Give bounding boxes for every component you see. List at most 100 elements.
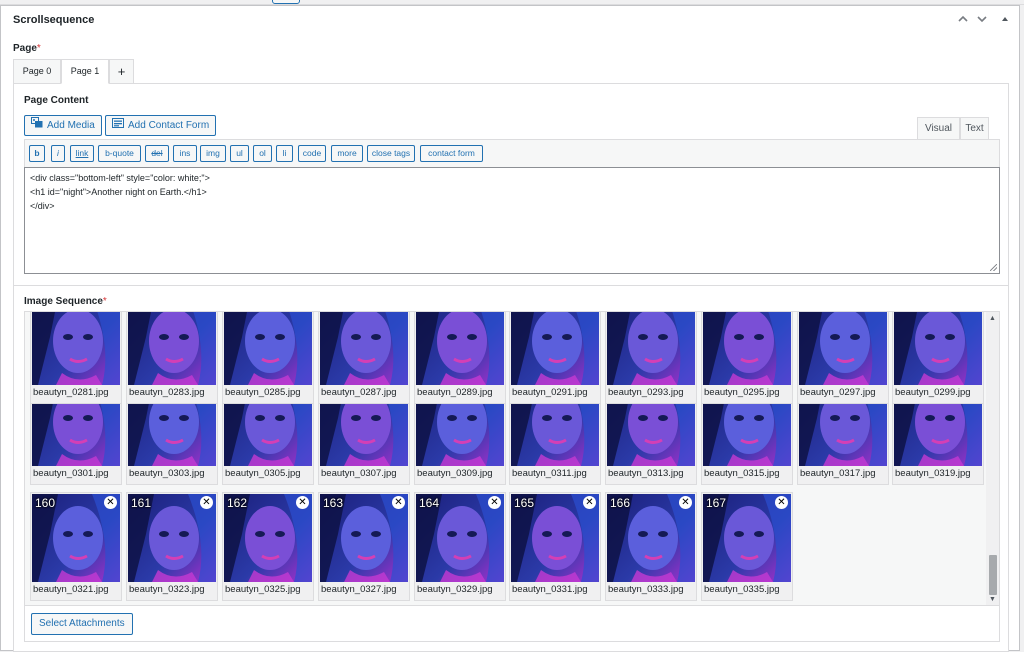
qt-more-button[interactable]: more	[331, 145, 363, 162]
form-icon	[112, 116, 124, 135]
close-icon[interactable]: ✕	[679, 496, 692, 509]
thumbnail-filename: beautyn_0281.jpg	[33, 387, 109, 398]
thumbnail-index: 161	[131, 496, 152, 510]
thumbnail-filename: beautyn_0303.jpg	[129, 468, 205, 479]
qt-ol-button[interactable]: ol	[253, 145, 272, 162]
caret-up-icon[interactable]	[996, 12, 1014, 30]
sequence-thumbnail[interactable]: beautyn_0289.jpg	[414, 312, 506, 404]
qt-close-tags-button[interactable]: close tags	[367, 145, 415, 162]
tab-page-1[interactable]: Page 1	[61, 59, 109, 84]
metabox-header: Scrollsequence	[1, 6, 1019, 35]
thumbnail-image	[224, 312, 312, 385]
thumbnail-filename: beautyn_0295.jpg	[704, 387, 780, 398]
sequence-thumbnail[interactable]: 161 ✕ beautyn_0323.jpg	[126, 492, 218, 601]
scroll-down-arrow-icon[interactable]: ▼	[989, 596, 996, 603]
sequence-thumbnail[interactable]: 162 ✕ beautyn_0325.jpg	[222, 492, 314, 601]
qt-bold-button[interactable]: b	[29, 145, 45, 162]
qt-img-button[interactable]: img	[200, 145, 226, 162]
thumbnail-image	[320, 312, 408, 385]
thumbnail-index: 163	[323, 496, 344, 510]
thumbnail-filename: beautyn_0291.jpg	[512, 387, 588, 398]
page-content-label: Page Content	[24, 95, 89, 106]
section-divider	[14, 285, 1008, 286]
qt-contact-form-button[interactable]: contact form	[420, 145, 483, 162]
add-media-button[interactable]: Add Media	[24, 115, 102, 136]
qt-ul-button[interactable]: ul	[230, 145, 249, 162]
add-page-tab[interactable]: +	[109, 59, 134, 84]
sequence-thumbnail[interactable]: beautyn_0285.jpg	[222, 312, 314, 404]
sequence-thumbnail[interactable]: beautyn_0293.jpg	[605, 312, 697, 404]
thumbnail-index: 165	[514, 496, 535, 510]
close-icon[interactable]: ✕	[200, 496, 213, 509]
thumbnail-filename: beautyn_0315.jpg	[704, 468, 780, 479]
thumbnail-filename: beautyn_0289.jpg	[417, 387, 493, 398]
sequence-thumbnail[interactable]: 164 ✕ beautyn_0329.jpg	[414, 492, 506, 601]
scrollbar-thumb[interactable]	[989, 555, 997, 595]
partial-button[interactable]	[272, 0, 300, 4]
tab-page-0[interactable]: Page 0	[13, 59, 61, 84]
sequence-thumbnail[interactable]: beautyn_0281.jpg	[30, 312, 122, 404]
qt-del-button[interactable]: del	[145, 145, 169, 162]
thumbnail-filename: beautyn_0335.jpg	[704, 584, 780, 595]
chevron-up-icon[interactable]	[954, 12, 972, 30]
chevron-down-icon[interactable]	[973, 12, 991, 30]
thumbnail-image	[607, 312, 695, 385]
thumbnail-filename: beautyn_0287.jpg	[321, 387, 397, 398]
sequence-thumbnail[interactable]: 167 ✕ beautyn_0335.jpg	[701, 492, 793, 601]
thumbnail-filename: beautyn_0313.jpg	[608, 468, 684, 479]
thumbnail-image	[799, 312, 887, 385]
scrollsequence-metabox: Scrollsequence Page* Page 0 Page 1 + Pag…	[0, 5, 1020, 652]
sequence-thumbnail[interactable]: beautyn_0291.jpg	[509, 312, 601, 404]
sequence-thumbnail[interactable]: beautyn_0299.jpg	[892, 312, 984, 404]
sequence-thumbnail[interactable]: 160 ✕ beautyn_0321.jpg	[30, 492, 122, 601]
image-sequence-list[interactable]: 167 ✕ beautyn_0335.jpg 166 ✕ beautyn_0333.jpg…	[24, 311, 1000, 606]
image-sequence-label-text: Image Sequence	[24, 296, 103, 307]
add-contact-form-button[interactable]: Add Contact Form	[105, 115, 217, 136]
sequence-thumbnail[interactable]: beautyn_0287.jpg	[318, 312, 410, 404]
thumbnail-image	[416, 312, 504, 385]
resize-grip[interactable]	[990, 264, 997, 271]
close-icon[interactable]: ✕	[583, 496, 596, 509]
sequence-thumbnail[interactable]: 165 ✕ beautyn_0331.jpg	[509, 492, 601, 601]
close-icon[interactable]: ✕	[488, 496, 501, 509]
add-contact-form-label: Add Contact Form	[128, 120, 210, 132]
thumbnail-index: 160	[35, 496, 56, 510]
visual-tab[interactable]: Visual	[917, 117, 960, 140]
thumbnail-filename: beautyn_0327.jpg	[321, 584, 397, 595]
thumbnail-filename: beautyn_0331.jpg	[512, 584, 588, 595]
sequence-thumbnail[interactable]: beautyn_0283.jpg	[126, 312, 218, 404]
qt-bquote-button[interactable]: b-quote	[98, 145, 141, 162]
sequence-thumbnail[interactable]: 163 ✕ beautyn_0327.jpg	[318, 492, 410, 601]
metabox-title: Scrollsequence	[13, 14, 95, 26]
scroll-up-arrow-icon[interactable]: ▲	[989, 315, 996, 322]
required-mark: *	[102, 296, 107, 307]
image-sequence-label: Image Sequence*	[24, 296, 107, 307]
sequence-thumbnail[interactable]: 166 ✕ beautyn_0333.jpg	[605, 492, 697, 601]
thumbnail-image	[703, 312, 791, 385]
media-icon	[31, 116, 43, 135]
select-attachments-area: Select Attachments	[24, 606, 1000, 642]
qt-italic-button[interactable]: i	[51, 145, 65, 162]
thumbnail-filename: beautyn_0311.jpg	[512, 468, 587, 479]
thumbnail-filename: beautyn_0299.jpg	[895, 387, 971, 398]
sequence-scrollbar[interactable]: ▲ ▼	[986, 312, 999, 605]
qt-li-button[interactable]: li	[276, 145, 293, 162]
select-attachments-button[interactable]: Select Attachments	[31, 613, 133, 635]
thumbnail-filename: beautyn_0283.jpg	[129, 387, 205, 398]
thumbnail-filename: beautyn_0317.jpg	[800, 468, 876, 479]
close-icon[interactable]: ✕	[775, 496, 788, 509]
qt-ins-button[interactable]: ins	[173, 145, 197, 162]
qt-code-button[interactable]: code	[298, 145, 326, 162]
thumbnail-filename: beautyn_0297.jpg	[800, 387, 876, 398]
close-icon[interactable]: ✕	[104, 496, 117, 509]
text-tab[interactable]: Text	[960, 117, 989, 140]
close-icon[interactable]: ✕	[296, 496, 309, 509]
sequence-thumbnail[interactable]: beautyn_0297.jpg	[797, 312, 889, 404]
add-media-label: Add Media	[47, 120, 95, 132]
thumbnail-filename: beautyn_0329.jpg	[417, 584, 493, 595]
close-icon[interactable]: ✕	[392, 496, 405, 509]
content-editor[interactable]: <div class="bottom-left" style="color: w…	[24, 167, 1000, 274]
thumbnail-filename: beautyn_0309.jpg	[417, 468, 493, 479]
qt-link-button[interactable]: link	[70, 145, 94, 162]
sequence-thumbnail[interactable]: beautyn_0295.jpg	[701, 312, 793, 404]
